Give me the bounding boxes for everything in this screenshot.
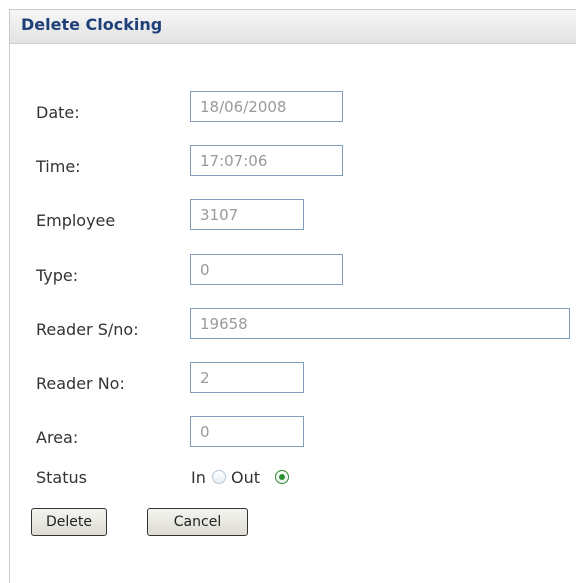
- time-field[interactable]: [190, 145, 343, 176]
- employee-field[interactable]: [190, 199, 304, 230]
- area-field[interactable]: [190, 416, 304, 447]
- employee-label: Employee: [36, 211, 116, 230]
- type-label: Type:: [36, 266, 79, 285]
- status-out-radio[interactable]: [275, 470, 289, 484]
- type-field[interactable]: [190, 254, 343, 285]
- cancel-button[interactable]: Cancel: [147, 508, 248, 536]
- status-in-radio[interactable]: [212, 470, 226, 484]
- date-field[interactable]: [190, 91, 343, 122]
- delete-clocking-panel: Delete Clocking Date: Time: Employee Typ…: [9, 9, 576, 583]
- reader-sno-label: Reader S/no:: [36, 320, 139, 339]
- panel-title: Delete Clocking: [21, 15, 163, 34]
- panel-header: Delete Clocking: [10, 10, 576, 44]
- date-label: Date:: [36, 103, 80, 122]
- status-out-label: Out: [231, 468, 261, 487]
- status-label: Status: [36, 468, 87, 487]
- reader-no-field[interactable]: [190, 362, 304, 393]
- reader-no-label: Reader No:: [36, 374, 125, 393]
- time-label: Time:: [36, 157, 81, 176]
- area-label: Area:: [36, 428, 79, 447]
- delete-button[interactable]: Delete: [31, 508, 107, 536]
- reader-sno-field[interactable]: [190, 308, 570, 339]
- status-in-label: In: [191, 468, 206, 487]
